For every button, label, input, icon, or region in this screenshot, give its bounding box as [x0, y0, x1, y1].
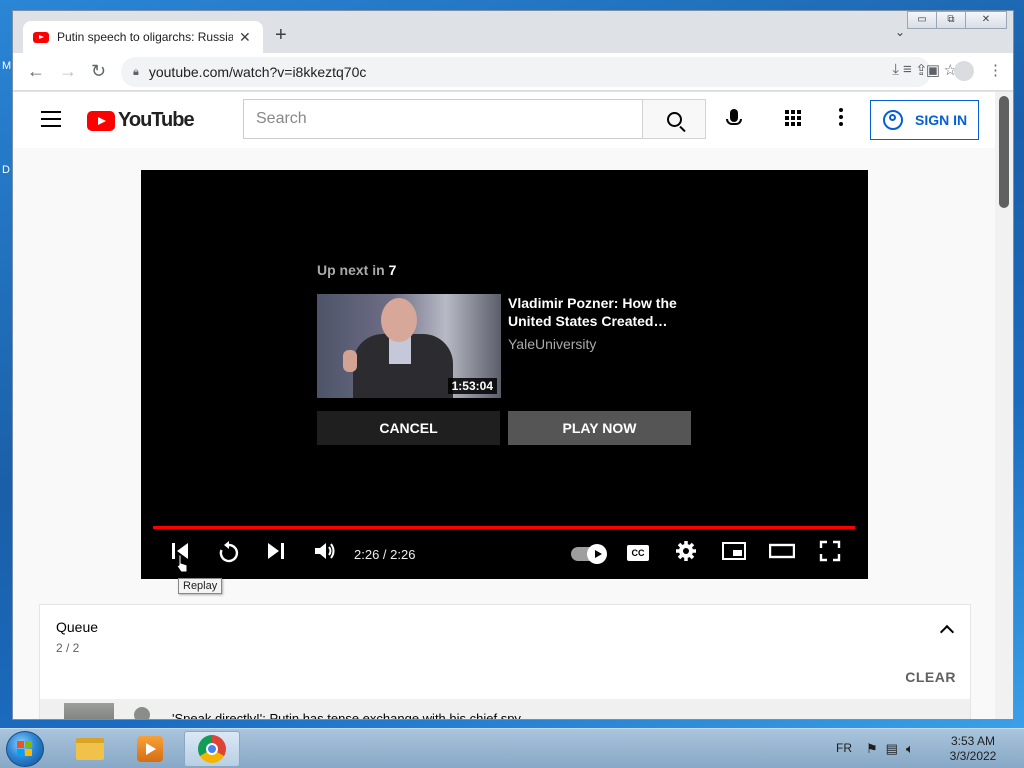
address-bar[interactable]: 🔒︎ youtube.com/watch?v=i8kkeztq70c	[121, 57, 931, 87]
cancel-autoplay-button[interactable]: CANCEL	[317, 411, 500, 445]
taskbar: FR ⚑ ▤ 🔈︎ 3:53 AM 3/3/2022	[0, 728, 1024, 768]
forward-arrow-icon[interactable]: →	[59, 61, 77, 81]
taskbar-chrome[interactable]	[184, 731, 240, 767]
toolbar-right: ≡ ▣ ⋮	[903, 61, 1003, 81]
next-video-title[interactable]: Vladimir Pozner: How the United States C…	[508, 294, 688, 330]
masthead: YouTube Search SIGN IN	[13, 92, 997, 148]
sign-in-label: SIGN IN	[915, 112, 968, 128]
desktop-icon-label: M	[2, 60, 12, 72]
up-next-seconds: 7	[388, 262, 397, 278]
start-button[interactable]	[6, 731, 44, 767]
system-clock[interactable]: 3:53 AM 3/3/2022	[940, 734, 1006, 764]
tab-search-chevron-icon[interactable]: ⌄	[895, 25, 905, 39]
taskbar-media-player[interactable]	[122, 731, 178, 767]
queue-item-thumbnail	[64, 703, 114, 719]
profile-avatar-icon[interactable]	[954, 61, 974, 81]
speaker-icon[interactable]: 🔈︎	[906, 741, 914, 757]
browser-toolbar: ← → ↻ 🔒︎ youtube.com/watch?v=i8kkeztq70c…	[13, 53, 1013, 91]
next-video-channel: YaleUniversity	[508, 336, 597, 352]
install-app-icon[interactable]: ⤓	[892, 61, 899, 79]
hamburger-menu-icon[interactable]	[41, 111, 61, 132]
queue-item[interactable]: 'Speak directly!': Putin has tense excha…	[40, 699, 970, 720]
page-scrollbar[interactable]	[995, 92, 1013, 719]
play-now-button[interactable]: PLAY NOW	[508, 411, 691, 445]
search-input[interactable]: Search	[243, 99, 643, 139]
miniplayer-icon[interactable]	[721, 540, 747, 562]
next-icon[interactable]	[265, 540, 287, 562]
queue-panel: Queue 2 / 2 CLEAR 'Speak directly!': Put…	[39, 604, 971, 720]
next-video-thumbnail[interactable]: 1:53:04	[317, 294, 501, 398]
progress-bar[interactable]	[153, 526, 855, 529]
windows-logo-icon	[17, 741, 32, 756]
youtube-page: YouTube Search SIGN IN Up next in 7 1:53…	[13, 92, 997, 720]
action-center-flag-icon[interactable]: ⚑	[866, 741, 878, 757]
taskbar-file-explorer[interactable]	[62, 731, 118, 767]
player-controls: 2:26 / 2:26 CC	[141, 536, 868, 572]
search-placeholder: Search	[256, 110, 307, 127]
video-player[interactable]: Up next in 7 1:53:04 Vladimir Pozner: Ho…	[141, 170, 868, 579]
replay-tooltip: Replay	[178, 578, 223, 594]
browser-window: Putin speech to oligarchs: Russia ✕ + ⌄ …	[12, 10, 1014, 720]
voice-search-mic-icon[interactable]	[726, 109, 742, 125]
subtitles-cc-icon[interactable]: CC	[627, 545, 649, 561]
language-indicator[interactable]: FR	[836, 741, 852, 755]
minimize-button[interactable]: ▭	[907, 11, 937, 29]
search-button[interactable]	[642, 99, 706, 139]
desktop-icon-label: D	[2, 164, 10, 176]
tab-close-icon[interactable]: ✕	[239, 29, 251, 46]
youtube-logo[interactable]: YouTube	[87, 109, 195, 132]
tab-title: Putin speech to oligarchs: Russia	[57, 30, 233, 44]
theater-mode-icon[interactable]	[769, 540, 795, 562]
system-tray: ⚑ ▤ 🔈︎	[866, 741, 914, 757]
folder-icon	[76, 738, 104, 760]
clock-time: 3:53 AM	[950, 734, 996, 748]
url-text: youtube.com/watch?v=i8kkeztq70c	[148, 64, 367, 80]
queue-count: 2 / 2	[56, 641, 80, 655]
chrome-icon	[198, 735, 226, 763]
up-next-label: Up next in	[317, 262, 389, 278]
clear-queue-button[interactable]: CLEAR	[905, 669, 956, 685]
sign-in-button[interactable]: SIGN IN	[870, 100, 979, 140]
clock-date: 3/3/2022	[949, 749, 997, 763]
reload-icon[interactable]: ↻	[91, 61, 106, 81]
settings-dots-icon[interactable]	[839, 108, 843, 129]
queue-title: Queue	[56, 619, 99, 635]
autoplay-play-icon	[587, 544, 607, 564]
collapse-chevron-up-icon[interactable]	[939, 624, 955, 640]
time-display: 2:26 / 2:26	[354, 547, 416, 562]
new-tab-button[interactable]: +	[275, 25, 287, 45]
scrollbar-thumb[interactable]	[999, 96, 1009, 208]
account-circle-icon	[883, 110, 903, 130]
apps-grid-icon[interactable]	[785, 110, 801, 126]
settings-gear-icon[interactable]	[675, 540, 697, 562]
close-window-button[interactable]: ✕	[965, 11, 1007, 29]
mouse-pointer-icon	[176, 554, 188, 573]
reading-list-icon[interactable]: ≡	[903, 61, 912, 81]
next-video-duration: 1:53:04	[447, 378, 497, 394]
lock-icon: 🔒︎	[133, 65, 139, 78]
back-arrow-icon[interactable]: ←	[27, 61, 45, 81]
queue-item-title: 'Speak directly!': Putin has tense excha…	[172, 711, 521, 720]
side-panel-icon[interactable]: ▣	[926, 61, 940, 81]
replay-icon[interactable]	[217, 540, 241, 564]
window-controls: ▭ ⧉ ✕	[907, 11, 1007, 29]
up-next-countdown: Up next in 7	[317, 262, 396, 278]
search-icon	[666, 111, 682, 127]
fullscreen-icon[interactable]	[819, 540, 841, 562]
restore-button[interactable]: ⧉	[936, 11, 966, 29]
logo-text: YouTube	[118, 109, 195, 131]
channel-avatar	[134, 707, 150, 719]
youtube-favicon-icon	[33, 31, 49, 43]
youtube-logo-icon	[87, 110, 115, 131]
more-menu-icon[interactable]: ⋮	[988, 61, 1003, 81]
browser-tab[interactable]: Putin speech to oligarchs: Russia ✕	[23, 21, 263, 53]
autoplay-toggle[interactable]	[571, 544, 607, 564]
media-player-icon	[137, 736, 163, 762]
network-icon[interactable]: ▤	[886, 741, 898, 757]
tab-strip: Putin speech to oligarchs: Russia ✕ + ⌄ …	[13, 11, 1013, 53]
volume-icon[interactable]	[313, 540, 337, 562]
